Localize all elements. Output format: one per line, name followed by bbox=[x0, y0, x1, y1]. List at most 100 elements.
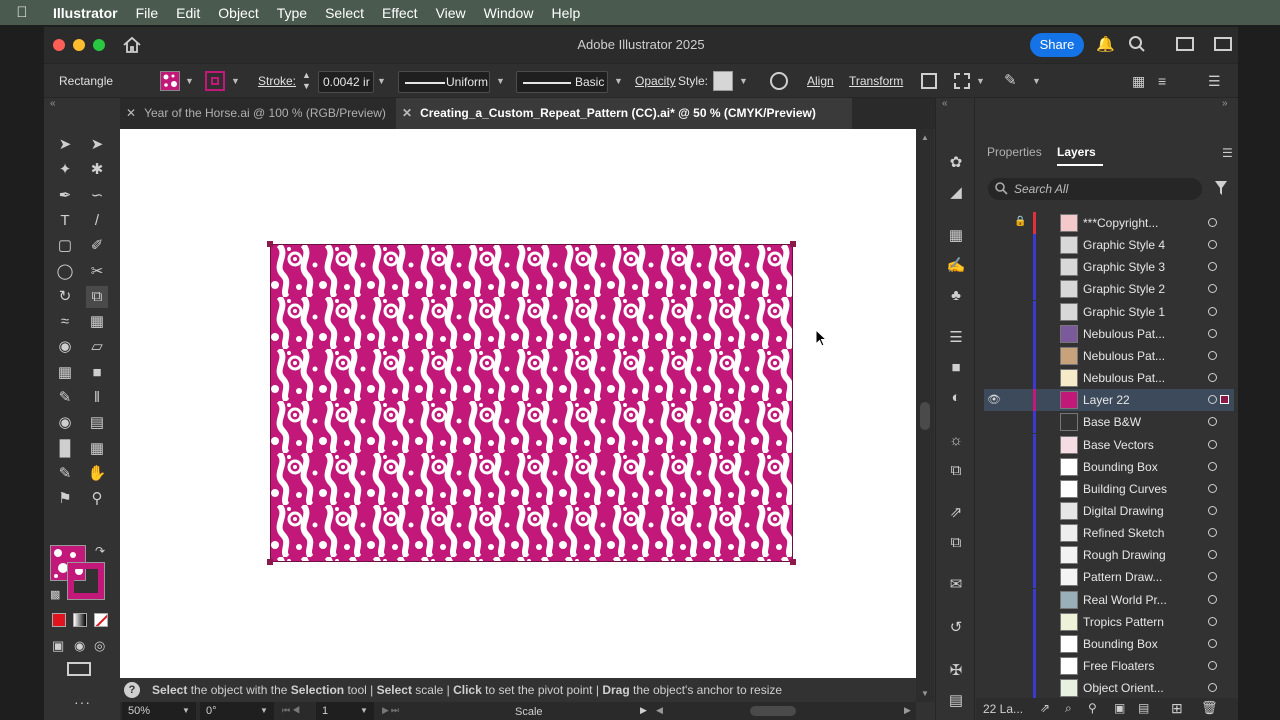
stroke-weight-chevron-icon[interactable]: ▼ bbox=[377, 76, 386, 86]
scissors-icon[interactable]: ✂ bbox=[86, 261, 108, 283]
bounding-box-handle[interactable] bbox=[790, 559, 796, 565]
target-circle-icon[interactable] bbox=[1208, 218, 1217, 227]
layer-name[interactable]: Rough Drawing bbox=[1083, 548, 1191, 562]
swap-fill-stroke-icon[interactable]: ↷ bbox=[95, 544, 105, 558]
layer-name[interactable]: Pattern Draw... bbox=[1083, 570, 1191, 584]
draw-inside-icon[interactable]: ◎ bbox=[94, 638, 105, 654]
gradient-icon[interactable]: ■ bbox=[86, 362, 108, 384]
notifications-bell-icon[interactable]: 🔔 bbox=[1096, 35, 1115, 53]
menu-effect[interactable]: Effect bbox=[373, 5, 427, 21]
search-layer-icon[interactable]: ⚲ bbox=[1088, 701, 1097, 715]
menu-app-name[interactable]: Illustrator bbox=[44, 5, 127, 21]
layer-row[interactable]: Object Orient... bbox=[984, 677, 1234, 700]
rotate-icon[interactable]: ↻ bbox=[54, 286, 76, 308]
layer-name[interactable]: Nebulous Pat... bbox=[1083, 327, 1191, 341]
layer-name[interactable]: Bounding Box bbox=[1083, 637, 1191, 651]
tab-layers[interactable]: Layers bbox=[1057, 145, 1096, 159]
expand-panel-icon[interactable]: » bbox=[1222, 98, 1228, 109]
target-circle-icon[interactable] bbox=[1208, 395, 1217, 405]
tab-properties[interactable]: Properties bbox=[987, 145, 1042, 159]
lock-icon[interactable]: 🔒 bbox=[1014, 216, 1026, 227]
pen-icon[interactable]: ✒ bbox=[54, 185, 76, 207]
close-tab-icon[interactable]: ✕ bbox=[126, 106, 136, 120]
visibility-eye-icon[interactable]: 👁 bbox=[987, 393, 1001, 406]
history-icon[interactable]: ↺ bbox=[946, 618, 966, 638]
target-circle-icon[interactable] bbox=[1208, 638, 1217, 648]
style-chevron-icon[interactable]: ▼ bbox=[739, 76, 748, 86]
scroll-left-icon[interactable]: ◀ bbox=[656, 705, 663, 716]
screen-mode-icon[interactable] bbox=[67, 662, 91, 676]
share-button[interactable]: Share bbox=[1030, 33, 1084, 57]
layer-row[interactable]: 🔒 ***Copyright... bbox=[984, 212, 1234, 234]
swatches-icon[interactable]: ▦ bbox=[946, 226, 966, 246]
target-circle-icon[interactable] bbox=[1208, 572, 1217, 582]
align-options-icon[interactable]: ≡ bbox=[1158, 73, 1166, 89]
perspective-icon[interactable]: ▱ bbox=[86, 336, 108, 358]
layer-name[interactable]: Layer 22 bbox=[1083, 393, 1191, 407]
artboard-canvas[interactable] bbox=[120, 129, 916, 678]
mesh-icon[interactable]: ▦ bbox=[54, 362, 76, 384]
horizontal-scroll-thumb[interactable] bbox=[750, 706, 796, 716]
slice-icon[interactable]: ▤ bbox=[86, 412, 108, 434]
transparency-icon[interactable]: ◐ bbox=[946, 388, 966, 408]
symbols-icon[interactable]: ♣ bbox=[946, 286, 966, 306]
zoom-field[interactable]: 50% ▼ bbox=[122, 702, 196, 720]
vertical-scrollbar[interactable]: ▲ ▼ bbox=[916, 129, 934, 702]
layer-name[interactable]: Base Vectors bbox=[1083, 438, 1191, 452]
target-circle-icon[interactable] bbox=[1208, 306, 1217, 316]
layer-row[interactable]: Base B&W bbox=[984, 411, 1234, 434]
target-circle-icon[interactable] bbox=[1208, 240, 1217, 250]
layer-row[interactable]: Tropics Pattern bbox=[984, 610, 1234, 633]
locate-object-icon[interactable]: ⌕ bbox=[1065, 701, 1072, 716]
measure-icon[interactable]: ‖ bbox=[86, 387, 108, 409]
target-circle-icon[interactable] bbox=[1208, 683, 1217, 693]
layer-name[interactable]: Graphic Style 2 bbox=[1083, 282, 1191, 296]
target-circle-icon[interactable] bbox=[1208, 262, 1217, 272]
gradient-panel-icon[interactable]: ■ bbox=[946, 358, 966, 378]
puppet-warp-icon[interactable]: ⚑ bbox=[54, 488, 76, 510]
layer-name[interactable]: Graphic Style 3 bbox=[1083, 260, 1191, 274]
stroke-weight-field[interactable]: 0.0042 ir bbox=[318, 71, 374, 93]
tab-year-of-the-horse[interactable]: ✕ Year of the Horse.ai @ 100 % (RGB/Previ… bbox=[120, 98, 396, 129]
stroke-panel-icon[interactable]: ☰ bbox=[946, 328, 966, 348]
transform-panel-icon[interactable]: ✠ bbox=[946, 661, 966, 681]
appearance-icon[interactable]: ☼ bbox=[946, 431, 966, 451]
direct-selection-icon[interactable]: ➤ bbox=[86, 134, 108, 156]
layer-name[interactable]: Bounding Box bbox=[1083, 460, 1191, 474]
target-circle-icon[interactable] bbox=[1208, 528, 1217, 538]
delete-layer-icon[interactable]: 🗑 bbox=[1201, 700, 1218, 716]
line-icon[interactable]: / bbox=[86, 210, 108, 232]
hand-icon[interactable]: ✋ bbox=[86, 463, 108, 485]
artboard-icon[interactable]: ▦ bbox=[86, 438, 108, 460]
artboard-number-field[interactable]: 1 ▼ bbox=[316, 702, 374, 720]
color-panel-icon[interactable]: ◢ bbox=[946, 183, 966, 203]
brushes-icon[interactable]: ✍ bbox=[946, 256, 966, 276]
variable-width-profile-dropdown[interactable]: Uniform bbox=[398, 71, 490, 93]
bounding-box-handle[interactable] bbox=[790, 241, 796, 247]
pencil-icon[interactable]: ✎ bbox=[54, 463, 76, 485]
edit-toolbar-more-icon[interactable]: ··· bbox=[74, 694, 91, 710]
profile-chevron-icon[interactable]: ▼ bbox=[496, 76, 505, 86]
control-bar-menu-icon[interactable]: ☰ bbox=[1208, 73, 1221, 90]
fill-dropdown-chevron-icon[interactable]: ▼ bbox=[185, 76, 194, 86]
layer-row[interactable]: Graphic Style 3 bbox=[984, 256, 1234, 279]
layer-row[interactable]: Graphic Style 2 bbox=[984, 278, 1234, 301]
isolate-object-icon[interactable] bbox=[921, 73, 937, 89]
edit-chevron-icon[interactable]: ▼ bbox=[1032, 76, 1041, 86]
layer-row[interactable]: Rough Drawing bbox=[984, 544, 1234, 567]
layer-row[interactable]: Base Vectors bbox=[984, 433, 1234, 456]
free-transform-icon[interactable]: ▦ bbox=[86, 311, 108, 333]
draw-behind-icon[interactable]: ◉ bbox=[74, 638, 85, 654]
target-circle-icon[interactable] bbox=[1208, 439, 1217, 449]
layer-row[interactable]: Refined Sketch bbox=[984, 522, 1234, 545]
eyedropper-icon[interactable]: ✎ bbox=[54, 387, 76, 409]
layer-row[interactable]: Graphic Style 1 bbox=[984, 300, 1234, 323]
menu-help[interactable]: Help bbox=[542, 5, 589, 21]
layer-row[interactable]: Digital Drawing bbox=[984, 499, 1234, 522]
edit-toolbar-icon[interactable]: ✎ bbox=[1004, 71, 1017, 89]
layer-row[interactable]: 👁 Layer 22 bbox=[984, 389, 1234, 412]
stroke-label[interactable]: Stroke: bbox=[258, 74, 296, 88]
layer-name[interactable]: Digital Drawing bbox=[1083, 504, 1191, 518]
stroke-swatch[interactable] bbox=[205, 71, 225, 91]
previous-artboard-icon[interactable]: ⏮◀ bbox=[282, 705, 302, 716]
